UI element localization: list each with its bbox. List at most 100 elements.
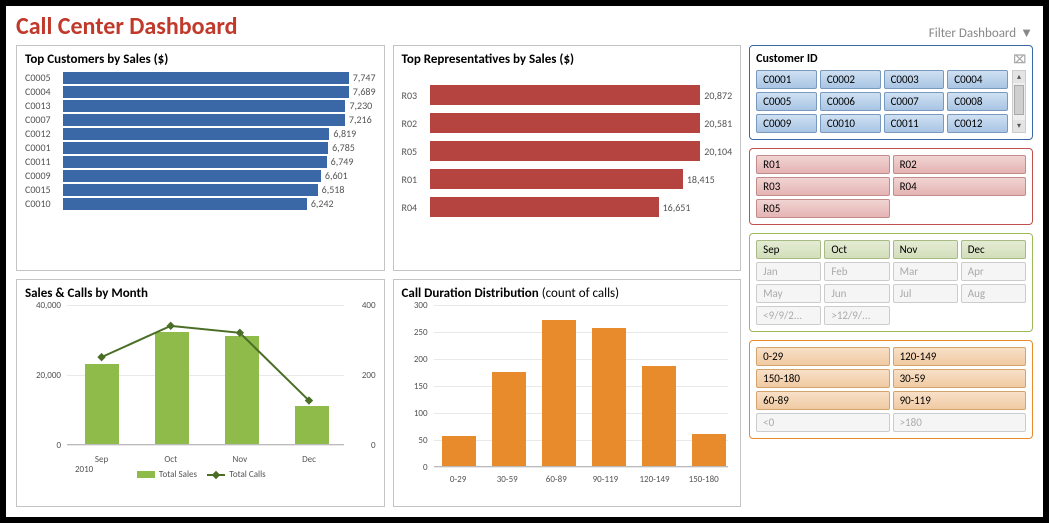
dist-axis-tick: 100 — [402, 408, 432, 419]
slicer-item[interactable]: Sep — [756, 240, 821, 259]
customer-bar-label: C0011 — [25, 155, 63, 168]
customer-bar — [63, 100, 345, 112]
customer-bar-value: 7,230 — [349, 99, 372, 112]
slicer-item[interactable]: C0007 — [884, 92, 945, 111]
customer-bar-row: C00057,747 — [25, 71, 376, 84]
filter-dashboard-link[interactable]: Filter Dashboard ▼ — [929, 25, 1033, 41]
combo-category-label: Dec — [274, 454, 343, 465]
slicer-item[interactable]: Nov — [893, 240, 958, 259]
rep-bar — [430, 169, 683, 189]
dist-axis-tick: 200 — [402, 354, 432, 365]
dist-axis-tick: 250 — [402, 327, 432, 338]
dist-bar — [592, 328, 626, 466]
slicer-item[interactable]: Jul — [893, 284, 958, 303]
slicer-item[interactable]: 90-119 — [893, 391, 1026, 410]
clear-filter-icon[interactable]: ⌧ — [1013, 53, 1026, 66]
rep-bar-label: R04 — [402, 201, 430, 214]
slicer-item[interactable]: Feb — [824, 262, 889, 281]
slicer-item[interactable]: C0004 — [947, 70, 1008, 89]
slicer-item[interactable]: >12/9/... — [824, 306, 889, 325]
rep-bar-label: R05 — [402, 145, 430, 158]
rep-bar-label: R03 — [402, 89, 430, 102]
rep-bar-row: R0220,581 — [402, 113, 733, 133]
filter-dashboard-label: Filter Dashboard — [929, 26, 1016, 41]
sales-calls-panel: Sales & Calls by Month 020,00040,000 020… — [16, 279, 385, 507]
customer-bar-value: 7,747 — [353, 71, 376, 84]
dist-category-label: 0-29 — [434, 474, 483, 485]
dist-category-label: 150-180 — [679, 474, 728, 485]
scroll-down-icon[interactable]: ▾ — [1013, 120, 1025, 132]
slicer-item[interactable]: Jan — [756, 262, 821, 281]
customer-bar-label: C0010 — [25, 197, 63, 210]
rep-bar-value: 18,415 — [687, 173, 715, 186]
rep-bar — [430, 141, 701, 161]
slicer-item[interactable]: Mar — [893, 262, 958, 281]
slicer-item[interactable]: C0002 — [820, 70, 881, 89]
slicer-item[interactable]: Apr — [961, 262, 1026, 281]
customer-bar-row: C0010 6,242 — [25, 197, 376, 210]
rep-bar-label: R02 — [402, 117, 430, 130]
slicer-item[interactable]: Dec — [961, 240, 1026, 259]
slicer-item[interactable]: May — [756, 284, 821, 303]
slicer-item[interactable]: C0003 — [884, 70, 945, 89]
customer-bar-label: C0004 — [25, 85, 63, 98]
slicer-item[interactable]: C0012 — [947, 114, 1008, 133]
dist-category-label: 90-119 — [581, 474, 630, 485]
customer-bar-value: 6,601 — [325, 169, 348, 182]
slicer-item[interactable]: R03 — [756, 177, 889, 196]
dist-axis-tick: 150 — [402, 381, 432, 392]
slicer-item[interactable]: C0011 — [884, 114, 945, 133]
dist-bar — [692, 434, 726, 466]
slicer-item[interactable]: R05 — [756, 199, 889, 218]
customer-bar-value: 6,819 — [333, 127, 356, 140]
slicer-item[interactable]: Aug — [961, 284, 1026, 303]
slicer-item[interactable]: C0009 — [756, 114, 817, 133]
customer-bar — [63, 156, 327, 168]
slicer-item[interactable]: C0001 — [756, 70, 817, 89]
customer-slicer-title: Customer ID — [756, 52, 817, 66]
axis-tick-left: 20,000 — [25, 370, 65, 381]
slicer-item[interactable]: >180 — [893, 413, 1026, 432]
dist-category-label: 120-149 — [630, 474, 679, 485]
scroll-thumb[interactable] — [1014, 85, 1024, 115]
slicer-item[interactable]: R01 — [756, 155, 889, 174]
slicer-item[interactable]: 120-149 — [893, 347, 1026, 366]
slicer-item[interactable]: C0005 — [756, 92, 817, 111]
dist-axis-tick: 0 — [402, 462, 432, 473]
customer-bar — [63, 184, 318, 196]
customer-bar-value: 7,216 — [349, 113, 372, 126]
slicer-item[interactable]: 150-180 — [756, 369, 889, 388]
chevron-down-icon: ▼ — [1020, 25, 1033, 41]
axis-tick-left: 0 — [25, 440, 65, 451]
duration-panel: Call Duration Distribution (count of cal… — [393, 279, 742, 507]
slicer-item[interactable]: 0-29 — [756, 347, 889, 366]
customer-bar-row: C00156,518 — [25, 183, 376, 196]
slicer-item[interactable]: 60-89 — [756, 391, 889, 410]
top-customers-title: Top Customers by Sales ($) — [25, 52, 376, 67]
slicer-item[interactable]: C0008 — [947, 92, 1008, 111]
duration-title: Call Duration Distribution (count of cal… — [402, 286, 733, 301]
slicer-item[interactable]: Jun — [824, 284, 889, 303]
customer-bar — [63, 72, 349, 84]
slicer-item[interactable]: R04 — [893, 177, 1026, 196]
customer-bar-value: 6,518 — [322, 183, 345, 196]
customer-bar-value: 6,242 — [311, 197, 334, 210]
slicer-item[interactable]: R02 — [893, 155, 1026, 174]
slicer-item[interactable]: C0010 — [820, 114, 881, 133]
customer-scrollbar[interactable]: ▴ ▾ — [1012, 70, 1026, 133]
slicer-item[interactable]: <0 — [756, 413, 889, 432]
slicer-item[interactable]: C0006 — [820, 92, 881, 111]
slicer-item[interactable]: 30-59 — [893, 369, 1026, 388]
customer-bar-value: 6,749 — [331, 155, 354, 168]
scroll-up-icon[interactable]: ▴ — [1013, 71, 1025, 83]
duration-slicer: 0-29120-149150-18030-5960-8990-119<0>180 — [749, 340, 1033, 439]
combo-category-label: Oct — [136, 454, 205, 465]
customer-bar-row: C00126,819 — [25, 127, 376, 140]
customer-bar — [63, 128, 329, 140]
slicer-item[interactable]: Oct — [824, 240, 889, 259]
customer-bar-row: C00047,689 — [25, 85, 376, 98]
customer-bar — [63, 198, 307, 210]
customer-bar — [63, 170, 321, 182]
slicer-item[interactable]: <9/9/2... — [756, 306, 821, 325]
rep-bar — [430, 85, 701, 105]
